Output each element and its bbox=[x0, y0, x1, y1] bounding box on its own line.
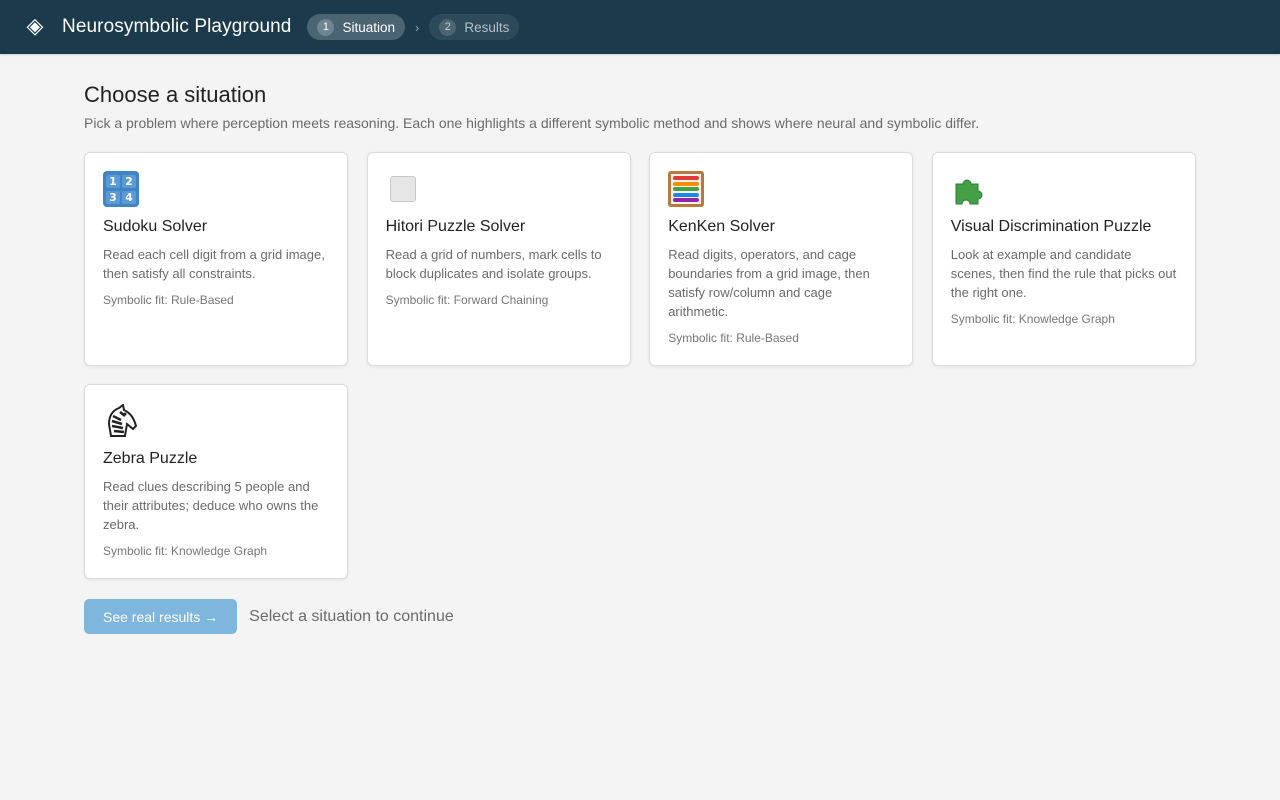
sudoku-icon-digit: 3 bbox=[106, 190, 120, 204]
page-title: Choose a situation bbox=[84, 82, 267, 107]
action-row: See real results → Select a situation to… bbox=[84, 599, 454, 634]
zebra-icon bbox=[103, 403, 139, 439]
sudoku-grid-icon: 1 2 3 4 bbox=[103, 171, 139, 207]
step-label: Results bbox=[464, 19, 510, 35]
page-subtitle: Pick a problem where perception meets re… bbox=[84, 115, 980, 131]
sudoku-icon-digit: 1 bbox=[106, 174, 120, 188]
card-title: KenKen Solver bbox=[668, 218, 775, 235]
step-results[interactable]: 2 Results bbox=[429, 14, 520, 40]
situation-card-hitori[interactable]: Hitori Puzzle Solver Read a grid of numb… bbox=[366, 152, 631, 366]
card-symbolic-fit: Symbolic fit: Forward Chaining bbox=[385, 293, 549, 307]
situation-card-visual-discrimination[interactable]: Visual Discrimination Puzzle Look at exa… bbox=[931, 152, 1196, 366]
blank-square-icon bbox=[389, 176, 416, 202]
chevron-right-icon: › bbox=[415, 19, 420, 35]
puzzle-piece-icon bbox=[951, 171, 987, 207]
abacus-icon bbox=[668, 171, 705, 207]
card-description: Read a grid of numbers, mark cells to bl… bbox=[385, 247, 602, 281]
card-symbolic-fit: Symbolic fit: Knowledge Graph bbox=[103, 544, 268, 558]
card-symbolic-fit: Symbolic fit: Knowledge Graph bbox=[950, 312, 1115, 326]
card-symbolic-fit: Symbolic fit: Rule-Based bbox=[668, 331, 799, 345]
selection-hint: Select a situation to continue bbox=[249, 607, 454, 625]
sudoku-icon-digit: 2 bbox=[122, 174, 136, 188]
step-number: 2 bbox=[439, 18, 457, 36]
step-breadcrumb: 1 Situation › 2 Results bbox=[307, 14, 520, 40]
main-content: Choose a situation Pick a problem where … bbox=[84, 82, 1196, 579]
see-results-button[interactable]: See real results → bbox=[84, 599, 238, 634]
card-description: Read each cell digit from a grid image, … bbox=[103, 247, 325, 281]
situation-card-sudoku[interactable]: 1 2 3 4 Sudoku Solver Read each cell dig… bbox=[84, 152, 348, 366]
card-description: Read digits, operators, and cage boundar… bbox=[668, 247, 870, 319]
step-number: 1 bbox=[317, 18, 335, 36]
sudoku-icon-digit: 4 bbox=[122, 190, 136, 204]
card-title: Hitori Puzzle Solver bbox=[385, 218, 526, 235]
card-title: Visual Discrimination Puzzle bbox=[950, 218, 1152, 235]
card-description: Look at example and candidate scenes, th… bbox=[950, 247, 1177, 300]
card-description: Read clues describing 5 people and their… bbox=[103, 479, 319, 532]
step-label: Situation bbox=[342, 19, 396, 35]
step-situation[interactable]: 1 Situation bbox=[307, 14, 406, 40]
card-symbolic-fit: Symbolic fit: Rule-Based bbox=[103, 293, 234, 307]
situation-card-zebra[interactable]: Zebra Puzzle Read clues describing 5 peo… bbox=[84, 384, 348, 579]
top-bar: ◈ Neurosymbolic Playground 1 Situation ›… bbox=[0, 0, 1280, 54]
situation-grid: 1 2 3 4 Sudoku Solver Read each cell dig… bbox=[84, 152, 1196, 579]
card-title: Zebra Puzzle bbox=[103, 450, 198, 467]
card-title: Sudoku Solver bbox=[103, 218, 208, 235]
app-title: Neurosymbolic Playground bbox=[62, 16, 292, 37]
situation-card-kenken[interactable]: KenKen Solver Read digits, operators, an… bbox=[649, 152, 914, 366]
diamond-logo-icon: ◈ bbox=[26, 14, 44, 39]
